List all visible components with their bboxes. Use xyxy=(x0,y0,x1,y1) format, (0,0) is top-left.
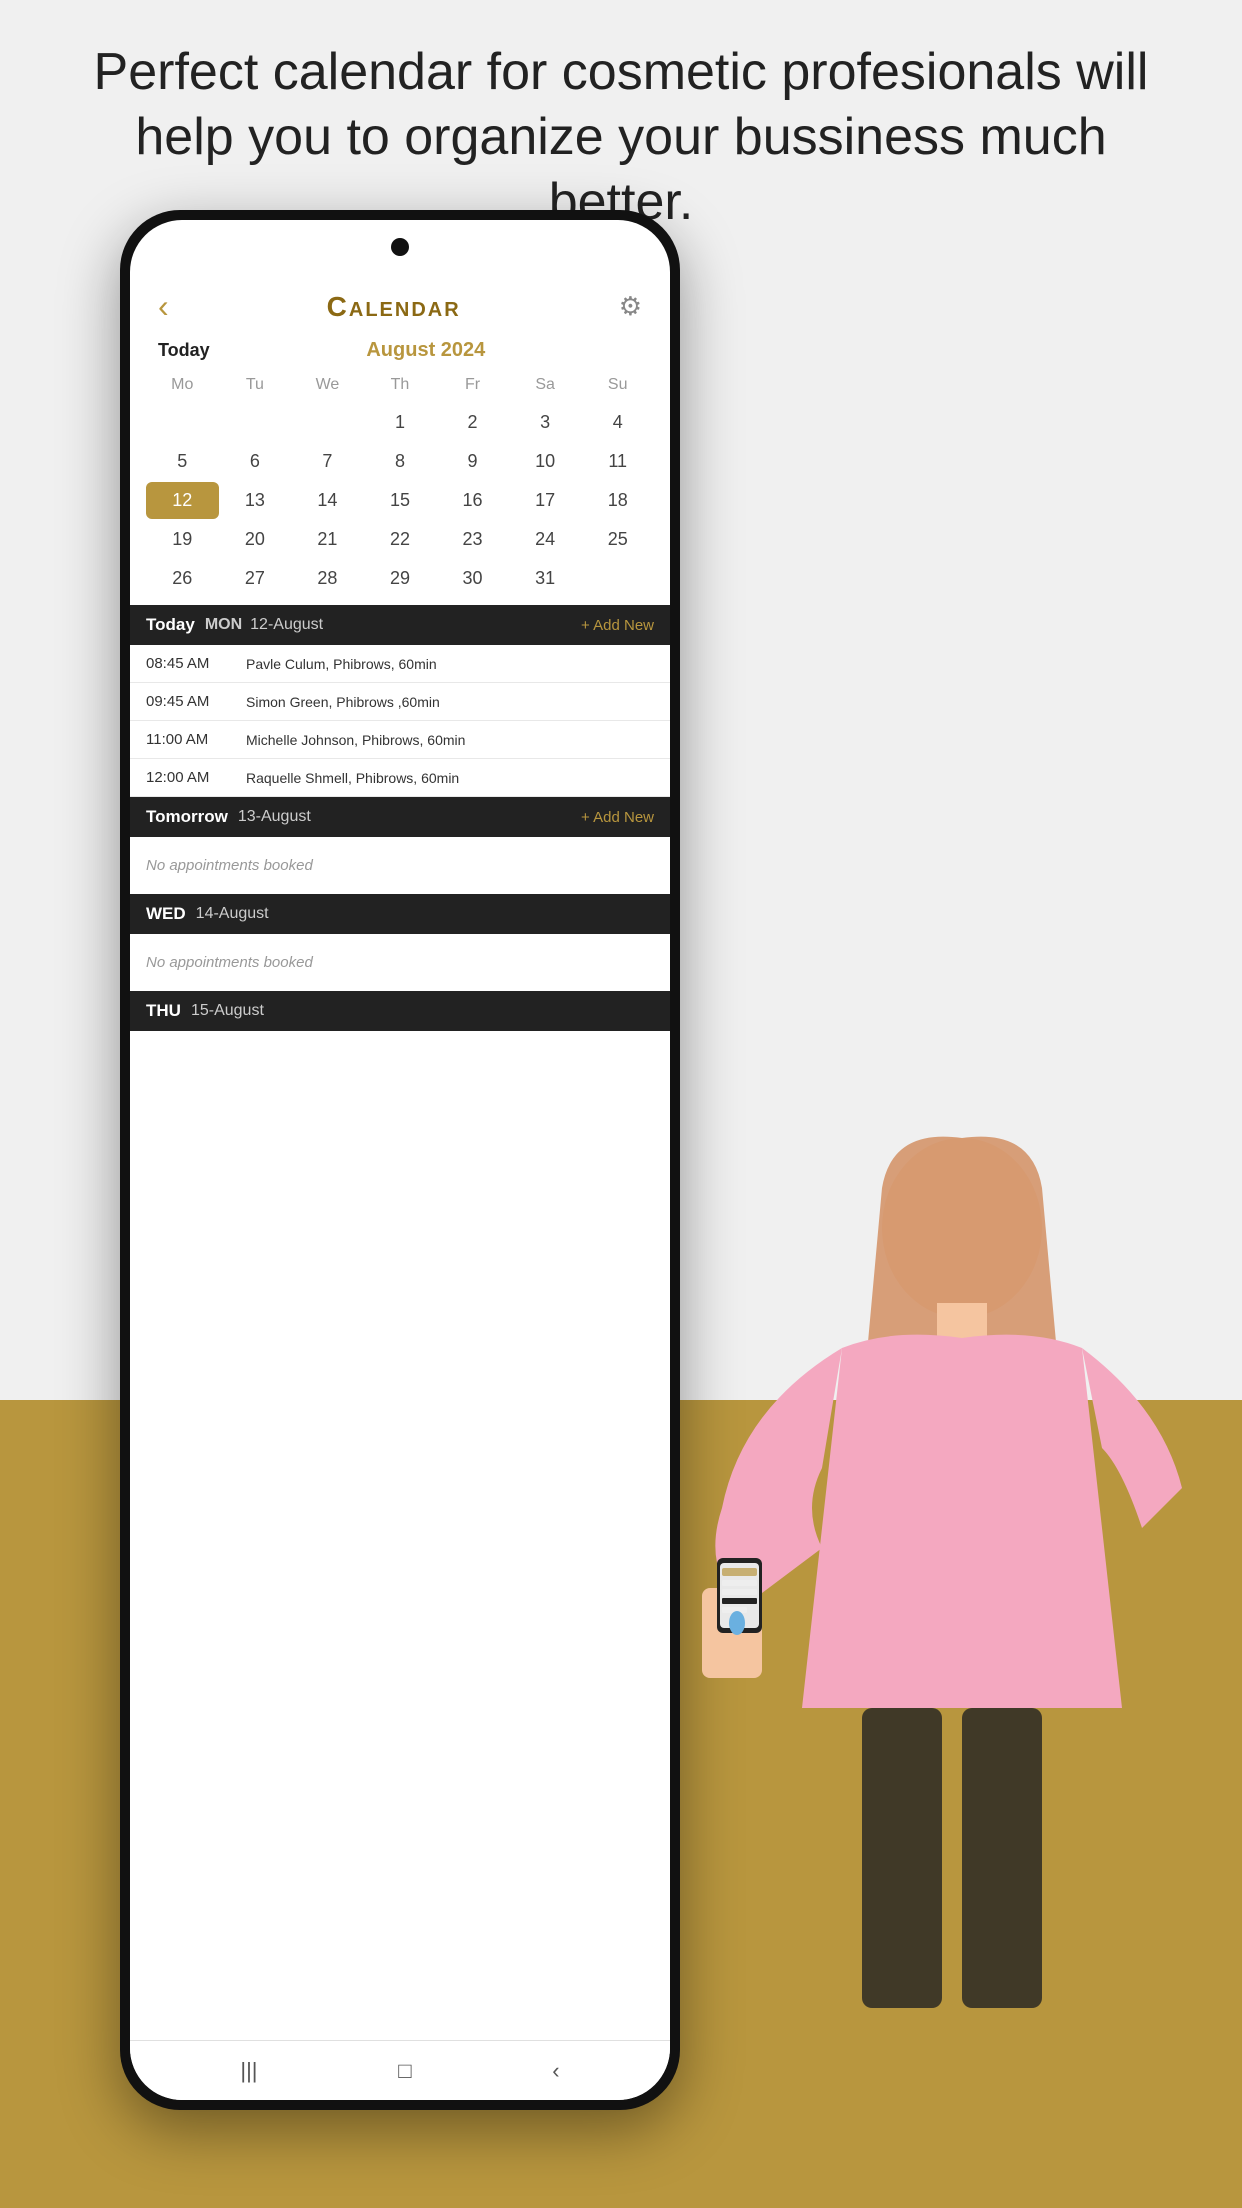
appointment-time: 09:45 AM xyxy=(146,693,246,710)
day-header: We xyxy=(291,370,364,400)
calendar-day[interactable]: 15 xyxy=(364,482,437,519)
calendar-day[interactable]: 21 xyxy=(291,521,364,558)
calendar-day[interactable]: 3 xyxy=(509,404,582,441)
calendar-day[interactable]: 13 xyxy=(219,482,292,519)
no-appointments-text: No appointments booked xyxy=(130,934,670,991)
appointment-time: 11:00 AM xyxy=(146,731,246,748)
month-nav: Today August 2024 xyxy=(130,335,670,370)
appointment-details: Simon Green, Phibrows ,60min xyxy=(246,694,440,710)
calendar-day[interactable]: 26 xyxy=(146,560,219,597)
calendar-day[interactable]: 27 xyxy=(219,560,292,597)
day-header: Tu xyxy=(219,370,292,400)
camera-dot xyxy=(391,238,409,256)
calendar-day xyxy=(219,404,292,441)
calendar-day[interactable]: 7 xyxy=(291,443,364,480)
day-header: Th xyxy=(364,370,437,400)
calendar-day[interactable]: 17 xyxy=(509,482,582,519)
schedule-header-3: THU 15-August xyxy=(130,991,670,1031)
calendar-day[interactable]: 14 xyxy=(291,482,364,519)
calendar-day[interactable]: 30 xyxy=(436,560,509,597)
schedule-day-date: 12-August xyxy=(250,616,581,634)
schedule-day-label: Tomorrow xyxy=(146,807,228,827)
schedule-header-0: Today MON 12-August+ Add New xyxy=(130,605,670,645)
calendar-day[interactable]: 9 xyxy=(436,443,509,480)
month-label: August 2024 xyxy=(210,339,642,362)
calendar-day[interactable]: 19 xyxy=(146,521,219,558)
back-button[interactable]: ‹ xyxy=(158,288,169,325)
schedule-day-date: 13-August xyxy=(238,808,581,826)
person-image xyxy=(542,1108,1242,2208)
calendar-day[interactable]: 10 xyxy=(509,443,582,480)
calendar-day[interactable]: 12 xyxy=(146,482,219,519)
calendar-day[interactable]: 11 xyxy=(581,443,654,480)
calendar-rows: 1234567891011121314151617181920212223242… xyxy=(146,404,654,597)
add-new-button[interactable]: + Add New xyxy=(581,617,654,634)
schedule-day-label: WED xyxy=(146,904,186,924)
day-headers: MoTuWeThFrSaSu xyxy=(146,370,654,400)
calendar-day[interactable]: 2 xyxy=(436,404,509,441)
day-header: Fr xyxy=(436,370,509,400)
schedule-day-label: THU xyxy=(146,1001,181,1021)
calendar-day[interactable]: 29 xyxy=(364,560,437,597)
appointment-time: 08:45 AM xyxy=(146,655,246,672)
schedule-header-1: Tomorrow 13-August+ Add New xyxy=(130,797,670,837)
app-header: ‹ Calendar ⚙ xyxy=(130,270,670,335)
calendar-day[interactable]: 28 xyxy=(291,560,364,597)
app-title: Calendar xyxy=(327,291,461,323)
calendar-grid: MoTuWeThFrSaSu 1234567891011121314151617… xyxy=(130,370,670,597)
calendar-day[interactable]: 25 xyxy=(581,521,654,558)
appointment-details: Michelle Johnson, Phibrows, 60min xyxy=(246,732,465,748)
schedule-section: TodayMON12-August+ Add New08:45 AMPavle … xyxy=(130,605,670,1031)
calendar-day[interactable]: 8 xyxy=(364,443,437,480)
home-icon[interactable]: □ xyxy=(398,2058,411,2084)
calendar-day[interactable]: 22 xyxy=(364,521,437,558)
calendar-day[interactable]: 5 xyxy=(146,443,219,480)
recent-apps-icon[interactable]: ||| xyxy=(240,2058,257,2084)
schedule-day-label: Today xyxy=(146,615,195,635)
add-new-button[interactable]: + Add New xyxy=(581,809,654,826)
schedule-day-name: MON xyxy=(205,616,242,634)
day-header: Su xyxy=(581,370,654,400)
calendar-day[interactable]: 16 xyxy=(436,482,509,519)
schedule-header-2: WED 14-August xyxy=(130,894,670,934)
appointment-row[interactable]: 09:45 AMSimon Green, Phibrows ,60min xyxy=(130,683,670,721)
today-button[interactable]: Today xyxy=(158,340,210,361)
calendar-day[interactable]: 31 xyxy=(509,560,582,597)
appointment-time: 12:00 AM xyxy=(146,769,246,786)
calendar-day xyxy=(146,404,219,441)
calendar-day xyxy=(291,404,364,441)
calendar-day[interactable]: 20 xyxy=(219,521,292,558)
appointment-details: Raquelle Shmell, Phibrows, 60min xyxy=(246,770,459,786)
appointment-details: Pavle Culum, Phibrows, 60min xyxy=(246,656,437,672)
day-header: Mo xyxy=(146,370,219,400)
calendar-day[interactable]: 18 xyxy=(581,482,654,519)
calendar-day[interactable]: 23 xyxy=(436,521,509,558)
calendar-day[interactable]: 24 xyxy=(509,521,582,558)
calendar-day[interactable]: 1 xyxy=(364,404,437,441)
calendar-day[interactable]: 6 xyxy=(219,443,292,480)
appointment-row[interactable]: 12:00 AMRaquelle Shmell, Phibrows, 60min xyxy=(130,759,670,797)
calendar-day[interactable]: 4 xyxy=(581,404,654,441)
day-header: Sa xyxy=(509,370,582,400)
schedule-day-date: 15-August xyxy=(191,1002,654,1020)
no-appointments-text: No appointments booked xyxy=(130,837,670,894)
tagline: Perfect calendar for cosmetic profesiona… xyxy=(0,40,1242,235)
calendar-day xyxy=(581,560,654,597)
appointment-row[interactable]: 08:45 AMPavle Culum, Phibrows, 60min xyxy=(130,645,670,683)
schedule-day-date: 14-August xyxy=(196,905,654,923)
settings-icon[interactable]: ⚙ xyxy=(619,291,642,322)
appointment-row[interactable]: 11:00 AMMichelle Johnson, Phibrows, 60mi… xyxy=(130,721,670,759)
